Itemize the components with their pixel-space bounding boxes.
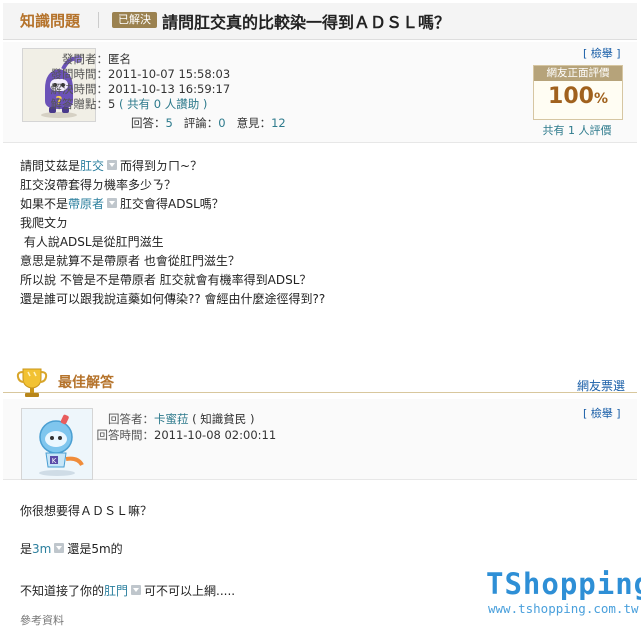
answer-time-label: 回答時間： (96, 428, 155, 442)
question-line: 如果不是帶原者 肛交會得ADSL嗎？ (20, 195, 325, 214)
question-line: 還是誰可以跟我說這藥如何傳染?? 會經由什麼途徑得到?? (20, 292, 326, 306)
asker-label: 發問者： (62, 52, 108, 66)
divider (98, 12, 99, 28)
question-line: 所以說 不管是不是帶原者 肛交就會有機率得到ADSL？ (20, 273, 312, 287)
answers-count[interactable]: 5 (166, 116, 173, 130)
dropdown-icon[interactable] (131, 584, 142, 595)
dropdown-icon[interactable] (107, 159, 118, 170)
question-line: 我爬文ㄉ (20, 216, 69, 230)
report-answer-link[interactable]: [ 檢舉 ] (583, 405, 621, 421)
asked-time-label: 發問時間： (50, 67, 109, 81)
keyword-link[interactable]: 帶原者 (68, 197, 104, 211)
asker-row: 發問者：匿名 (10, 52, 131, 67)
solved-time: 2011-10-13 16:59:17 (108, 82, 231, 96)
points-label: 解答贈點： (50, 97, 109, 111)
question-title: 請問肛交真的比較染一得到ＡＤＳＬ嗎？ (162, 13, 451, 32)
best-answer-divider (3, 392, 637, 393)
section-label: 知識問題 (20, 12, 81, 30)
points-row: 解答贈點：5 ( 共有 0 人讚助 ) (10, 97, 208, 112)
solved-time-row: 解決時間：2011-10-13 16:59:17 (10, 82, 231, 97)
question-line: 肛交沒帶套得ㄉ機率多少ㄋ？ (20, 178, 177, 192)
watermark-logo: TShopping (486, 567, 641, 601)
text: 不知道接了你的 (20, 584, 105, 598)
answer-line: 你很想要得ＡＤＳＬ嘛？ (20, 504, 153, 518)
counts-row: 回答：5 評論：0 意見：12 (131, 116, 286, 131)
trophy-icon (14, 364, 50, 400)
keyword-link[interactable]: 肛門 (104, 584, 128, 598)
answer-time: 2011-10-08 02:00:11 (154, 428, 277, 442)
report-question-link[interactable]: [ 檢舉 ] (583, 45, 621, 61)
rating-box: 網友正面評價 100% (533, 65, 623, 120)
answerer-row: 回答者：卡蜜菈 ( 知識貧民 ) (30, 412, 254, 427)
opinions-count[interactable]: 12 (271, 116, 286, 130)
comments-count[interactable]: 0 (218, 116, 225, 130)
text: 請問艾茲是 (20, 159, 81, 173)
vote-link[interactable]: 網友票選 (577, 377, 625, 394)
solved-time-label: 解決時間： (50, 82, 109, 96)
question-body: 請問艾茲是肛交 而得到ㄉㄇ~？ 肛交沒帶套得ㄉ機率多少ㄋ？ 如果不是帶原者 肛交會得… (20, 157, 325, 309)
asked-time-row: 發問時間：2011-10-07 15:58:03 (10, 67, 231, 82)
dropdown-icon[interactable] (54, 542, 65, 553)
answers-label: 回答： (131, 116, 166, 130)
answer-line: 不知道接了你的肛門 可不可以上網..... (20, 582, 235, 599)
rating-unit: % (593, 91, 608, 107)
answerer-level: ( 知識貧民 ) (192, 412, 255, 426)
points-value: 5 (108, 97, 116, 111)
text: 肛交會得ADSL嗎？ (120, 197, 224, 211)
keyword-link[interactable]: 肛交 (80, 159, 104, 173)
dropdown-icon[interactable] (107, 197, 118, 208)
opinions-label: 意見： (236, 116, 272, 130)
reference-label: 參考資料 (20, 614, 64, 627)
points-sponsor-note: ( 共有 0 人讚助 ) (118, 97, 208, 111)
rating-value: 100 (548, 84, 594, 109)
asker-name: 匿名 (108, 52, 131, 66)
text: 還是5m的 (67, 542, 123, 556)
best-answer-heading: 最佳解答 (58, 375, 114, 391)
answer-line: 是3m 還是5m的 (20, 540, 123, 557)
question-line: 請問艾茲是肛交 而得到ㄉㄇ~？ (20, 157, 325, 176)
rating-value-wrap: 100% (534, 84, 622, 109)
rating-title: 網友正面評價 (534, 66, 622, 81)
keyword-link[interactable]: 3m (32, 542, 51, 556)
question-line: 有人說ADSL是從肛門滋生 (20, 235, 164, 249)
svg-text:K: K (52, 457, 57, 465)
comments-label: 評論： (183, 116, 219, 130)
text: 是 (20, 542, 33, 556)
text: 而得到ㄉㄇ~？ (120, 159, 203, 173)
asked-time: 2011-10-07 15:58:03 (108, 67, 231, 81)
watermark-url: www.tshopping.com.tw (488, 601, 639, 616)
question-line: 意思是就算不是帶原者 也會從肛門滋生？ (20, 254, 240, 268)
rating-count[interactable]: 共有 1 人評價 (528, 122, 626, 138)
answerer-label: 回答者： (108, 412, 154, 426)
text: 可不可以上網..... (144, 584, 236, 598)
answer-time-row: 回答時間：2011-10-08 02:00:11 (30, 428, 277, 443)
text: 如果不是 (20, 197, 69, 211)
status-badge: 已解決 (112, 12, 157, 28)
answerer-name[interactable]: 卡蜜菈 (154, 412, 189, 426)
